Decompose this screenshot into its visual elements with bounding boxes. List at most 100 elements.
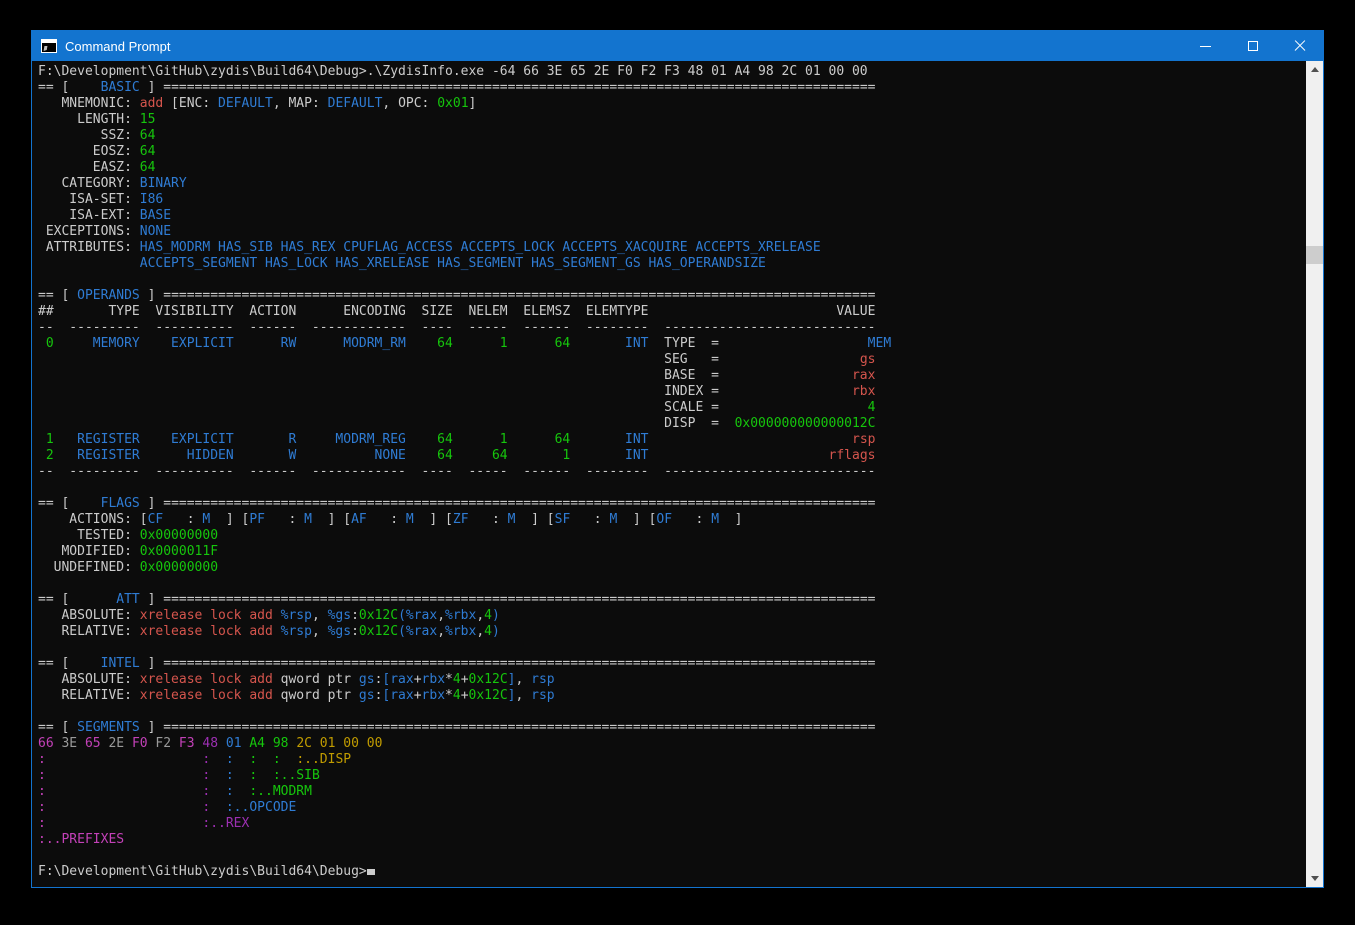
close-button[interactable] (1276, 31, 1323, 61)
command-prompt-window: Command Prompt F:\Development\GitHub\zyd… (31, 30, 1324, 888)
terminal-text-span: ] [ (414, 512, 453, 527)
terminal-text-span: add (140, 96, 163, 111)
terminal-text-span: RELATIVE: (38, 624, 140, 639)
terminal-text-span: NONE (140, 224, 171, 239)
terminal-text-span: : (570, 512, 609, 527)
terminal-line: == [ BASIC ] ===========================… (38, 80, 1306, 96)
terminal-text-span: 0x00000000 (140, 560, 218, 575)
terminal-text-span: 64 1 64 (406, 432, 570, 447)
terminal-text-span (46, 800, 203, 815)
terminal-text-span (46, 768, 203, 783)
terminal-text-span: 64 1 64 (406, 336, 570, 351)
terminal-text-span: -- --------- ---------- ------ ---------… (38, 464, 875, 479)
terminal-text-span: ACTIONS: [ (38, 512, 148, 527)
terminal-text-span: SEG = (38, 352, 860, 367)
terminal-text-span: == [ (38, 80, 77, 95)
terminal-line: LENGTH: 15 (38, 112, 1306, 128)
terminal-text-span: == [ (38, 656, 77, 671)
terminal-text-span: HAS_MODRM HAS_SIB HAS_REX CPUFLAG_ACCESS… (140, 240, 821, 255)
terminal-text-span: ] [ (312, 512, 351, 527)
terminal-text-span: rsp (852, 432, 875, 447)
terminal-text-span: :..SIB (273, 768, 320, 783)
terminal-text-span: 48 (202, 736, 225, 751)
terminal-text-span: 0 (38, 336, 54, 351)
close-icon (1294, 40, 1306, 52)
terminal-text-span (46, 816, 203, 831)
scrollbar-thumb[interactable] (1306, 246, 1323, 264)
terminal-text-span: 0x000000000000012C (735, 416, 876, 431)
terminal-text-span: ( (398, 608, 406, 623)
terminal-text-span: : (249, 752, 257, 767)
terminal-text-span: xrelease lock add (140, 624, 281, 639)
terminal-line: SSZ: 64 (38, 128, 1306, 144)
terminal-line: 0 MEMORY EXPLICIT RW MODRM_RM 64 1 64 IN… (38, 336, 1306, 352)
terminal-text-span: , (312, 608, 328, 623)
terminal-line: ISA-SET: I86 (38, 192, 1306, 208)
terminal-text-span: BINARY (140, 176, 187, 191)
terminal-line (38, 848, 1306, 864)
terminal-text-span: CF (148, 512, 164, 527)
terminal-text-span: ] [ (516, 512, 555, 527)
terminal-text-span: ] ======================================… (140, 288, 876, 303)
terminal-line: MNEMONIC: add [ENC: DEFAULT, MAP: DEFAUL… (38, 96, 1306, 112)
terminal-text-span: F3 (179, 736, 202, 751)
terminal-text-span: 2C 01 00 00 (296, 736, 382, 751)
minimize-button[interactable] (1182, 31, 1229, 61)
terminal-line: : : : :..MODRM (38, 784, 1306, 800)
terminal-text-span: F0 (132, 736, 155, 751)
maximize-button[interactable] (1229, 31, 1276, 61)
terminal-line: UNDEFINED: 0x00000000 (38, 560, 1306, 576)
terminal-line: SCALE = 4 (38, 400, 1306, 416)
terminal-output[interactable]: F:\Development\GitHub\zydis\Build64\Debu… (32, 61, 1306, 887)
title-bar[interactable]: Command Prompt (32, 31, 1323, 61)
terminal-text-span: M (711, 512, 719, 527)
terminal-text-span: 64 (140, 144, 156, 159)
terminal-text-span: 4 (453, 672, 461, 687)
terminal-text-span: M (508, 512, 516, 527)
terminal-text-span: BASE = (38, 368, 852, 383)
terminal-line: EXCEPTIONS: NONE (38, 224, 1306, 240)
terminal-text-span: TESTED: (38, 528, 140, 543)
text-cursor (367, 869, 375, 875)
terminal-text-span (649, 432, 853, 447)
scrollbar-up-button[interactable] (1306, 61, 1323, 78)
terminal-text-span: AF (351, 512, 367, 527)
terminal-text-span: INT (570, 448, 648, 463)
terminal-text-span: , MAP: (273, 96, 328, 111)
terminal-text-span (281, 752, 297, 767)
terminal-line (38, 640, 1306, 656)
terminal-text-span: ] (469, 96, 477, 111)
vertical-scrollbar[interactable] (1306, 61, 1323, 887)
terminal-text-span: * (445, 672, 453, 687)
terminal-line: 66 3E 65 2E F0 F2 F3 48 01 A4 98 2C 01 0… (38, 736, 1306, 752)
terminal-text-span: SEGMENTS (77, 720, 140, 735)
terminal-text-span: 0x12C (469, 672, 508, 687)
terminal-text-span: : (249, 768, 257, 783)
terminal-text-span: LENGTH: (38, 112, 140, 127)
console-app-icon[interactable] (41, 39, 57, 53)
terminal-line: F:\Development\GitHub\zydis\Build64\Debu… (38, 64, 1306, 80)
terminal-text-span: ISA-EXT: (38, 208, 140, 223)
terminal-line: : :..REX (38, 816, 1306, 832)
terminal-line: == [ SEGMENTS ] ========================… (38, 720, 1306, 736)
terminal-text-span: xrelease lock add (140, 608, 281, 623)
terminal-text-span: , (437, 624, 445, 639)
terminal-text-span: %gs (328, 624, 351, 639)
terminal-text-span: gs (359, 672, 375, 687)
terminal-line: EOSZ: 64 (38, 144, 1306, 160)
terminal-line (38, 480, 1306, 496)
terminal-text-span: : (38, 752, 46, 767)
terminal-text-span: OF (656, 512, 672, 527)
terminal-text-span: : (38, 800, 46, 815)
terminal-text-span (234, 752, 250, 767)
terminal-text-span: , (476, 624, 484, 639)
terminal-text-span: : (38, 768, 46, 783)
terminal-text-span: xrelease lock add (140, 688, 281, 703)
terminal-text-span: rbx (422, 672, 445, 687)
scrollbar-down-button[interactable] (1306, 870, 1323, 887)
terminal-line: == [ OPERANDS ] ========================… (38, 288, 1306, 304)
terminal-text-span: ZF (453, 512, 469, 527)
terminal-text-span: 66 (38, 736, 61, 751)
terminal-text-span: 0x12C (469, 688, 508, 703)
terminal-text-span: rsp (531, 688, 554, 703)
